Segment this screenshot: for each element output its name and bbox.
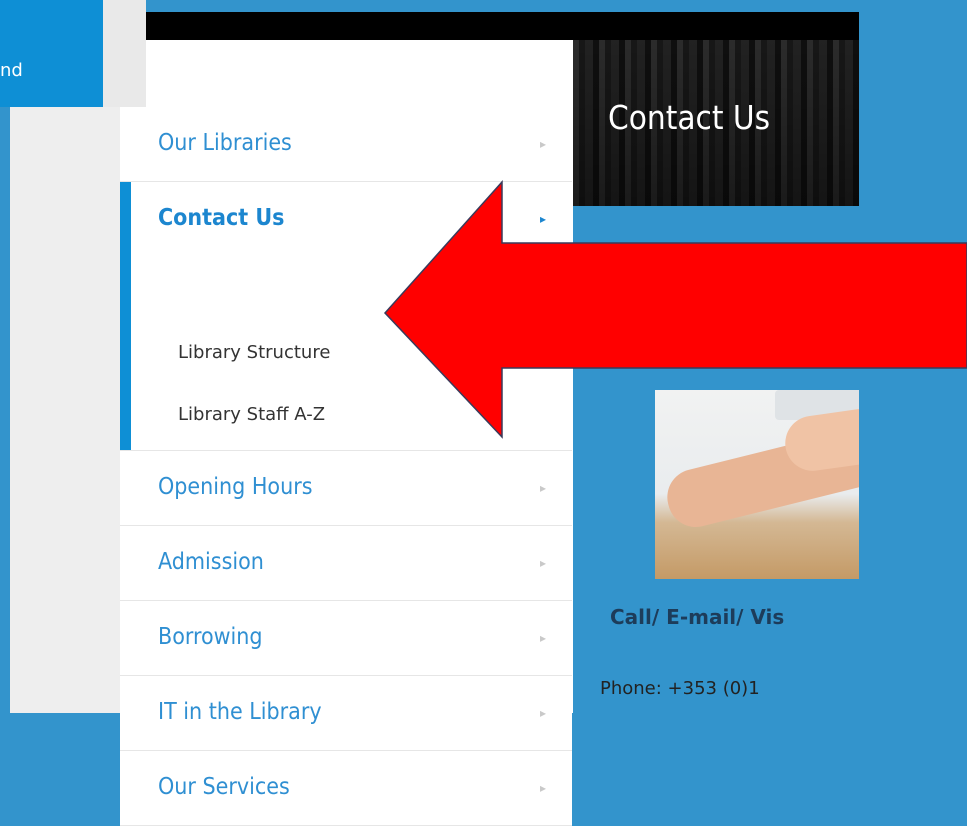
red-annotation-arrow-icon bbox=[383, 180, 967, 439]
red-annotation-arrow-shape bbox=[383, 180, 967, 439]
chevron-right-icon: ▸ bbox=[539, 781, 546, 795]
sidebar-item-label: Our Services bbox=[158, 774, 290, 800]
sidebar-item-our-services[interactable]: Our Services ▸ bbox=[120, 751, 572, 826]
